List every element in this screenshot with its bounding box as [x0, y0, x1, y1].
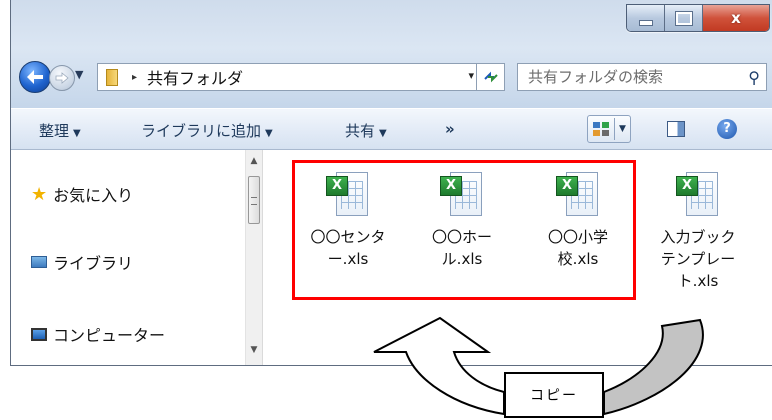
file-item[interactable]: X 〇〇センタ ー.xls: [293, 170, 403, 270]
scroll-up-icon[interactable]: ▲: [246, 156, 262, 166]
window-chrome: x ▼ ▸ 共有フォルダ ▾ 共有フォルダの検索 ⚲: [11, 0, 772, 108]
caption-buttons: x: [626, 4, 770, 32]
organize-button[interactable]: 整理 ▼: [39, 120, 81, 141]
arrow-right-icon: [55, 72, 69, 84]
excel-file-badge: X: [556, 176, 578, 196]
navigation-bar: ▼ ▸ 共有フォルダ ▾ 共有フォルダの検索 ⚲: [11, 56, 772, 98]
excel-file-badge: X: [440, 176, 462, 196]
add-to-library-button[interactable]: ライブラリに追加 ▼: [141, 120, 273, 141]
back-button[interactable]: [19, 61, 51, 93]
grip-icon: [251, 197, 257, 205]
nav-item-libraries[interactable]: ライブラリ: [31, 250, 133, 274]
file-name-line: テンプレー: [660, 250, 736, 268]
excel-file-icon: X: [676, 170, 720, 220]
command-bar: 整理 ▼ ライブラリに追加 ▼ 共有 ▼ » ▼ ?: [11, 108, 772, 150]
add-to-library-label: ライブラリに追加: [141, 122, 262, 140]
breadcrumb-separator-icon[interactable]: ▸: [132, 72, 137, 83]
file-item[interactable]: X 入力ブック テンプレー ト.xls: [643, 170, 753, 292]
view-grid-icon: [593, 122, 609, 136]
copy-callout-label: コピー: [504, 372, 604, 418]
computer-icon: [31, 327, 47, 341]
preview-pane-icon[interactable]: [667, 121, 685, 137]
share-label: 共有: [345, 122, 376, 140]
search-input[interactable]: 共有フォルダの検索 ⚲: [517, 63, 767, 91]
excel-file-badge: X: [676, 176, 698, 196]
file-name-line: 校.xls: [557, 250, 599, 268]
refresh-button[interactable]: [476, 64, 504, 90]
chevron-down-icon: ▼: [379, 128, 387, 139]
help-icon[interactable]: ?: [717, 119, 737, 139]
close-button[interactable]: x: [703, 5, 769, 31]
title-bar[interactable]: x: [11, 0, 772, 50]
file-name-line: ト.xls: [677, 272, 719, 290]
chevron-down-icon: ▼: [265, 128, 273, 139]
nav-item-label: お気に入り: [53, 186, 134, 205]
recent-pages-dropdown[interactable]: ▼: [75, 68, 83, 81]
view-divider: [614, 118, 615, 140]
file-name-line: 〇〇センタ: [310, 228, 386, 246]
file-list: X 〇〇センタ ー.xls X 〇〇ホー ル.xls X 〇〇小学 校.xls …: [263, 150, 772, 365]
minimize-button[interactable]: [627, 5, 665, 31]
change-view-button[interactable]: ▼: [587, 115, 631, 143]
file-name-line: ー.xls: [327, 250, 369, 268]
excel-file-icon: X: [326, 170, 370, 220]
file-name: 〇〇小学 校.xls: [523, 226, 633, 270]
file-name-line: 〇〇ホー: [431, 228, 492, 246]
organize-label: 整理: [39, 122, 70, 140]
file-name-line: 〇〇小学: [547, 228, 608, 246]
close-icon: x: [731, 9, 741, 27]
nav-item-label: コンピューター: [53, 326, 166, 345]
file-item[interactable]: X 〇〇小学 校.xls: [523, 170, 633, 270]
search-placeholder: 共有フォルダの検索: [528, 68, 664, 86]
minimize-icon: [638, 20, 653, 26]
explorer-window: x ▼ ▸ 共有フォルダ ▾ 共有フォルダの検索 ⚲ 整理 ▼ ライブラリに追加…: [10, 0, 772, 366]
star-icon: ★: [31, 183, 48, 205]
search-icon[interactable]: ⚲: [748, 65, 760, 91]
folder-icon: [104, 67, 120, 87]
navigation-pane: ★ お気に入り ライブラリ コンピューター: [11, 150, 245, 365]
file-item[interactable]: X 〇〇ホー ル.xls: [407, 170, 517, 270]
excel-file-icon: X: [440, 170, 484, 220]
file-name-line: ル.xls: [441, 250, 483, 268]
arrow-left-icon: [27, 70, 43, 84]
more-commands-button[interactable]: »: [445, 120, 455, 138]
chevron-down-icon: ▼: [73, 128, 81, 139]
address-dropdown-icon[interactable]: ▾: [468, 69, 474, 82]
file-name-line: 入力ブック: [660, 228, 736, 246]
forward-button[interactable]: [49, 65, 75, 91]
excel-file-icon: X: [556, 170, 600, 220]
file-name: 〇〇センタ ー.xls: [293, 226, 403, 270]
breadcrumb-shared-folder[interactable]: 共有フォルダ: [147, 65, 243, 89]
address-bar[interactable]: ▸ 共有フォルダ ▾: [97, 63, 505, 91]
refresh-icon: [483, 71, 498, 83]
scroll-down-icon[interactable]: ▼: [246, 345, 262, 355]
chevron-down-icon[interactable]: ▼: [619, 124, 626, 134]
nav-item-favorites[interactable]: ★ お気に入り: [31, 182, 133, 206]
navigation-scrollbar[interactable]: ▲ ▼: [245, 150, 263, 365]
maximize-button[interactable]: [665, 5, 703, 31]
nav-item-computer[interactable]: コンピューター: [31, 322, 165, 346]
library-icon: [31, 256, 47, 268]
maximize-icon: [674, 10, 693, 26]
scrollbar-thumb[interactable]: [248, 176, 260, 224]
nav-item-label: ライブラリ: [53, 254, 134, 273]
file-name: 〇〇ホー ル.xls: [407, 226, 517, 270]
share-button[interactable]: 共有 ▼: [345, 120, 387, 141]
excel-file-badge: X: [326, 176, 348, 196]
file-name: 入力ブック テンプレー ト.xls: [643, 226, 753, 292]
